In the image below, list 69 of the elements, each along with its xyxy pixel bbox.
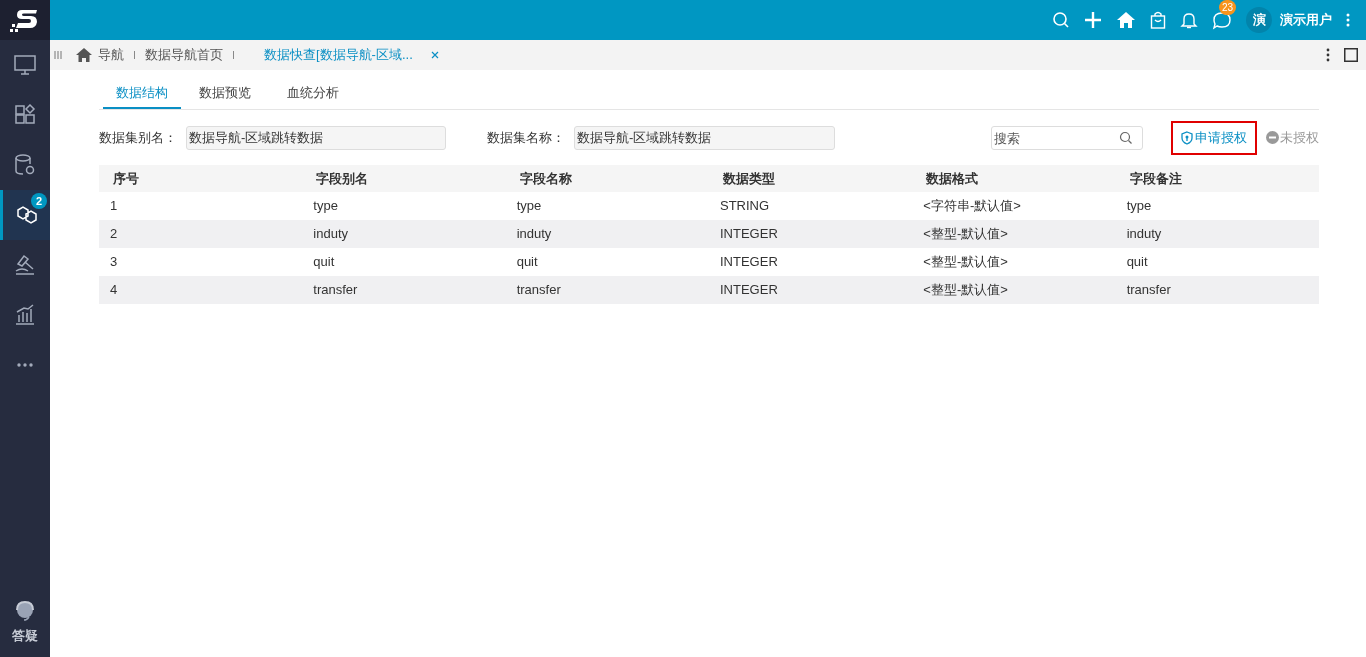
bag-icon[interactable]	[1150, 11, 1166, 29]
table-cell: <字符串-默认值>	[923, 198, 1021, 214]
column-header: 序号	[113, 170, 139, 186]
chat-icon[interactable]	[1212, 10, 1232, 30]
bar-chart-icon	[14, 304, 36, 326]
search-icon[interactable]	[1119, 130, 1133, 145]
table-cell: induty	[516, 226, 552, 242]
monitor-icon	[14, 54, 36, 76]
tab[interactable]: 血统分析	[269, 79, 357, 109]
bell-icon[interactable]	[1180, 11, 1198, 29]
widgets-icon	[14, 104, 36, 126]
search-field[interactable]: 搜索	[991, 126, 1143, 150]
collapse-icon[interactable]	[54, 51, 62, 59]
column-header: 字段别名	[316, 170, 369, 186]
table-cell: <整型-默认值>	[923, 282, 1008, 298]
tab[interactable]: 数据预览	[181, 79, 269, 109]
table-cell: quit	[313, 254, 335, 270]
table-cell: transfer	[313, 282, 358, 298]
table-cell: quit	[516, 254, 538, 270]
home-icon[interactable]	[1116, 11, 1136, 29]
column-header: 数据类型	[723, 170, 775, 186]
table-cell: induty	[313, 226, 349, 242]
more-icon	[17, 363, 33, 367]
home-icon	[76, 48, 92, 62]
table-cell: quit	[1126, 254, 1148, 270]
table-cell: INTEGER	[720, 226, 778, 242]
table-cell: 4	[110, 282, 118, 298]
close-icon[interactable]	[430, 51, 439, 59]
table-cell: type	[313, 198, 338, 214]
apply-authorization-button[interactable]: 申请授权	[1171, 120, 1257, 155]
alias-field[interactable]: 数据导航-区域跳转数据	[186, 125, 446, 150]
headset-icon[interactable]	[15, 599, 35, 622]
count-badge: 2	[31, 193, 47, 209]
user-avatar[interactable]: 演	[1246, 7, 1272, 33]
name-field[interactable]: 数据导航-区域跳转数据	[574, 125, 835, 150]
table-cell: <整型-默认值>	[923, 254, 1008, 270]
table-cell: INTEGER	[720, 254, 778, 270]
table-cell: transfer	[1126, 282, 1171, 298]
page-tab[interactable]: 数据导航首页	[145, 45, 223, 65]
table-cell: induty	[1126, 226, 1162, 242]
column-header: 字段备注	[1129, 170, 1182, 186]
notification-badge: 23	[1219, 0, 1237, 15]
column-header: 数据格式	[926, 170, 979, 186]
search-icon[interactable]	[1052, 11, 1070, 29]
logo-icon	[10, 7, 40, 33]
column-header: 字段名称	[519, 170, 572, 186]
table-cell: type	[1126, 198, 1152, 214]
database-gear-icon	[14, 154, 36, 176]
authorization-status: 未授权	[1280, 128, 1319, 147]
table-cell: 2	[110, 226, 118, 242]
table-cell: 1	[110, 198, 118, 214]
minus-circle-icon	[1266, 131, 1279, 144]
table-cell: INTEGER	[720, 282, 778, 298]
table-cell: 3	[110, 254, 118, 270]
table-cell: <整型-默认值>	[923, 226, 1008, 242]
field-label: 数据集别名：	[99, 128, 178, 147]
maximize-icon[interactable]	[1344, 48, 1358, 62]
page-tab[interactable]: 导航	[76, 45, 124, 65]
tab[interactable]: 数据结构	[103, 79, 181, 109]
plus-icon[interactable]	[1084, 11, 1102, 29]
table-cell: transfer	[516, 282, 561, 298]
hammer-icon	[14, 254, 36, 276]
table-cell: STRING	[720, 198, 770, 214]
more-vertical-icon[interactable]	[1326, 48, 1330, 62]
cubes-icon	[15, 204, 38, 226]
table-cell: type	[516, 198, 542, 214]
shield-key-icon	[1181, 130, 1193, 145]
help-label[interactable]: 答疑	[12, 625, 38, 645]
field-label: 数据集名称：	[487, 128, 566, 147]
